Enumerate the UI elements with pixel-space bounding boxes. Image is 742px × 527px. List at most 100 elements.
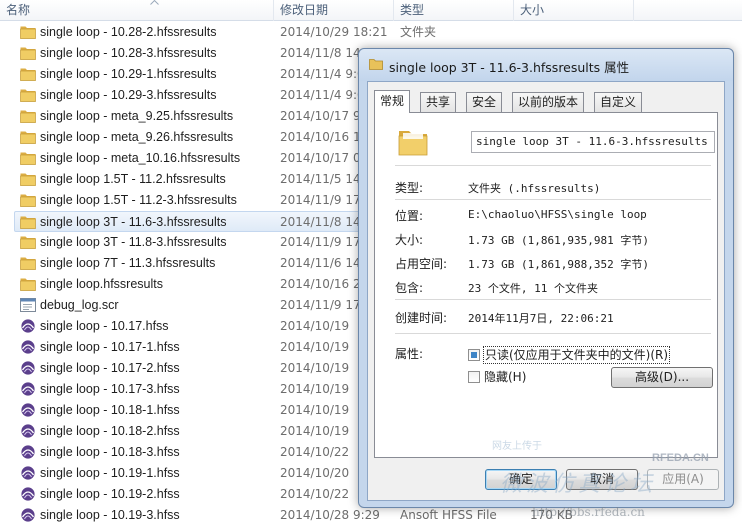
file-date: 2014/10/16 1 [280,130,361,144]
file-date: 2014/10/19 [280,382,350,396]
dialog-title: single loop 3T - 11.6-3.hfssresults 属性 [389,60,630,75]
folder-large-icon [398,131,428,156]
folder-icon [20,277,36,291]
file-date: 2014/10/20 [280,466,350,480]
file-date: 2014/10/19 [280,319,350,333]
file-name: single loop - meta_9.25.hfssresults [40,109,234,123]
readonly-checkbox[interactable] [468,349,480,361]
location-value: E:\chaoluo\HFSS\single loop [468,208,647,221]
tab-security[interactable]: 安全 [466,92,503,112]
column-header-name-label: 名称 [6,3,31,17]
column-header-date[interactable]: 修改日期 [274,0,394,21]
column-header-type[interactable]: 类型 [394,0,514,21]
file-type: Ansoft HFSS File [400,508,497,522]
cancel-button[interactable]: 取消 [566,469,638,490]
location-label: 位置: [395,209,424,223]
general-tab-panel: single loop 3T - 11.6-3.hfssresults 类型: … [374,112,718,458]
file-row[interactable]: single loop - 10.19-3.hfss 2014/10/28 9:2… [0,505,742,526]
contains-label: 包含: [395,281,424,295]
size-on-disk-value: 1.73 GB (1,861,988,352 字节) [468,258,649,271]
folder-icon [20,46,36,60]
folder-icon [20,256,36,270]
hfss-file-icon [20,340,36,354]
file-name: single loop - 10.17.hfss [40,319,169,333]
hfss-file-icon [20,487,36,501]
tab-general[interactable]: 常规 [374,90,411,113]
tab-sharing[interactable]: 共享 [420,92,457,112]
folder-icon [20,193,36,207]
created-value: 2014年11月7日, 22:06:21 [468,312,614,325]
divider [395,299,711,300]
column-header-name[interactable]: 名称 [0,0,274,21]
tab-previous-versions[interactable]: 以前的版本 [512,92,585,112]
file-name: single loop - 10.19-2.hfss [40,487,180,501]
properties-dialog: single loop 3T - 11.6-3.hfssresults 属性 常… [358,48,734,508]
folder-icon [20,130,36,144]
file-name: single loop.hfssresults [40,277,163,291]
column-header-size[interactable]: 大小 [514,0,634,21]
file-date: 2014/10/22 [280,487,350,501]
advanced-button[interactable]: 高级(D)... [611,367,713,388]
file-type: 文件夹 [400,25,437,39]
column-header-size-label: 大小 [520,3,545,17]
divider [395,199,711,200]
file-name: single loop 3T - 11.6-3.hfssresults [40,215,227,229]
file-name: single loop 1.5T - 11.2-3.hfssresults [40,193,237,207]
file-name: debug_log.scr [40,298,119,312]
apply-button[interactable]: 应用(A) [647,469,719,490]
folder-icon [369,59,383,70]
file-row[interactable]: single loop 3T - 11.6-3.hfssresults 2014/… [14,211,380,232]
divider [395,165,711,166]
file-name: single loop - 10.28-3.hfssresults [40,46,217,60]
folder-name-input[interactable]: single loop 3T - 11.6-3.hfssresults [471,131,715,153]
hidden-checkbox-label: 隐藏(H) [484,370,527,384]
divider [395,333,711,334]
file-name: single loop - 10.28-2.hfssresults [40,25,217,39]
file-name: single loop - 10.17-2.hfss [40,361,180,375]
file-date: 2014/10/19 [280,361,350,375]
file-date: 2014/10/19 [280,340,350,354]
size-value: 1.73 GB (1,861,935,981 字节) [468,234,649,247]
column-header-date-label: 修改日期 [280,3,329,17]
ok-button[interactable]: 确定 [485,469,557,490]
folder-icon [20,25,36,39]
file-name: single loop - 10.29-1.hfssresults [40,67,217,81]
tab-customize[interactable]: 自定义 [594,92,643,112]
hfss-file-icon [20,424,36,438]
file-name: single loop - 10.19-3.hfss [40,508,180,522]
folder-icon [20,151,36,165]
dialog-titlebar[interactable]: single loop 3T - 11.6-3.hfssresults 属性 [359,49,733,81]
file-name: single loop - 10.19-1.hfss [40,466,180,480]
hidden-checkbox[interactable] [468,371,480,383]
file-name: single loop - 10.18-1.hfss [40,403,180,417]
hfss-file-icon [20,382,36,396]
hfss-file-icon [20,508,36,522]
watermark-logo: RFEDA.CN [652,452,709,464]
file-name: single loop 1.5T - 11.2.hfssresults [40,172,226,186]
created-label: 创建时间: [395,311,448,325]
file-date: 2014/11/9 17 [280,298,361,312]
file-date: 2014/10/19 [280,403,350,417]
file-date: 2014/10/29 18:21 [280,25,388,39]
file-row[interactable]: single loop - 10.28-2.hfssresults 2014/10… [0,22,742,43]
file-name: single loop - 10.17-3.hfss [40,382,180,396]
file-date: 2014/10/28 9:29 [280,508,380,522]
file-date: 2014/11/8 14 [280,46,361,60]
hfss-file-icon [20,361,36,375]
file-date: 2014/10/17 9 [280,109,361,123]
hfss-file-icon [20,319,36,333]
contains-value: 23 个文件, 11 个文件夹 [468,282,598,295]
file-date: 2014/11/9 17 [280,193,361,207]
file-date: 2014/11/9 17 [280,235,361,249]
hfss-file-icon [20,445,36,459]
file-name: single loop - 10.18-3.hfss [40,445,180,459]
file-name: single loop - 10.29-3.hfssresults [40,88,217,102]
folder-icon [20,172,36,186]
file-date: 2014/10/22 [280,445,350,459]
file-date: 2014/11/4 9:0 [280,67,365,81]
sort-ascending-icon [150,0,159,5]
folder-icon [20,109,36,123]
file-name: single loop 7T - 11.3.hfssresults [40,256,216,270]
file-date: 2014/11/4 9:0 [280,88,365,102]
type-label: 类型: [395,181,424,195]
